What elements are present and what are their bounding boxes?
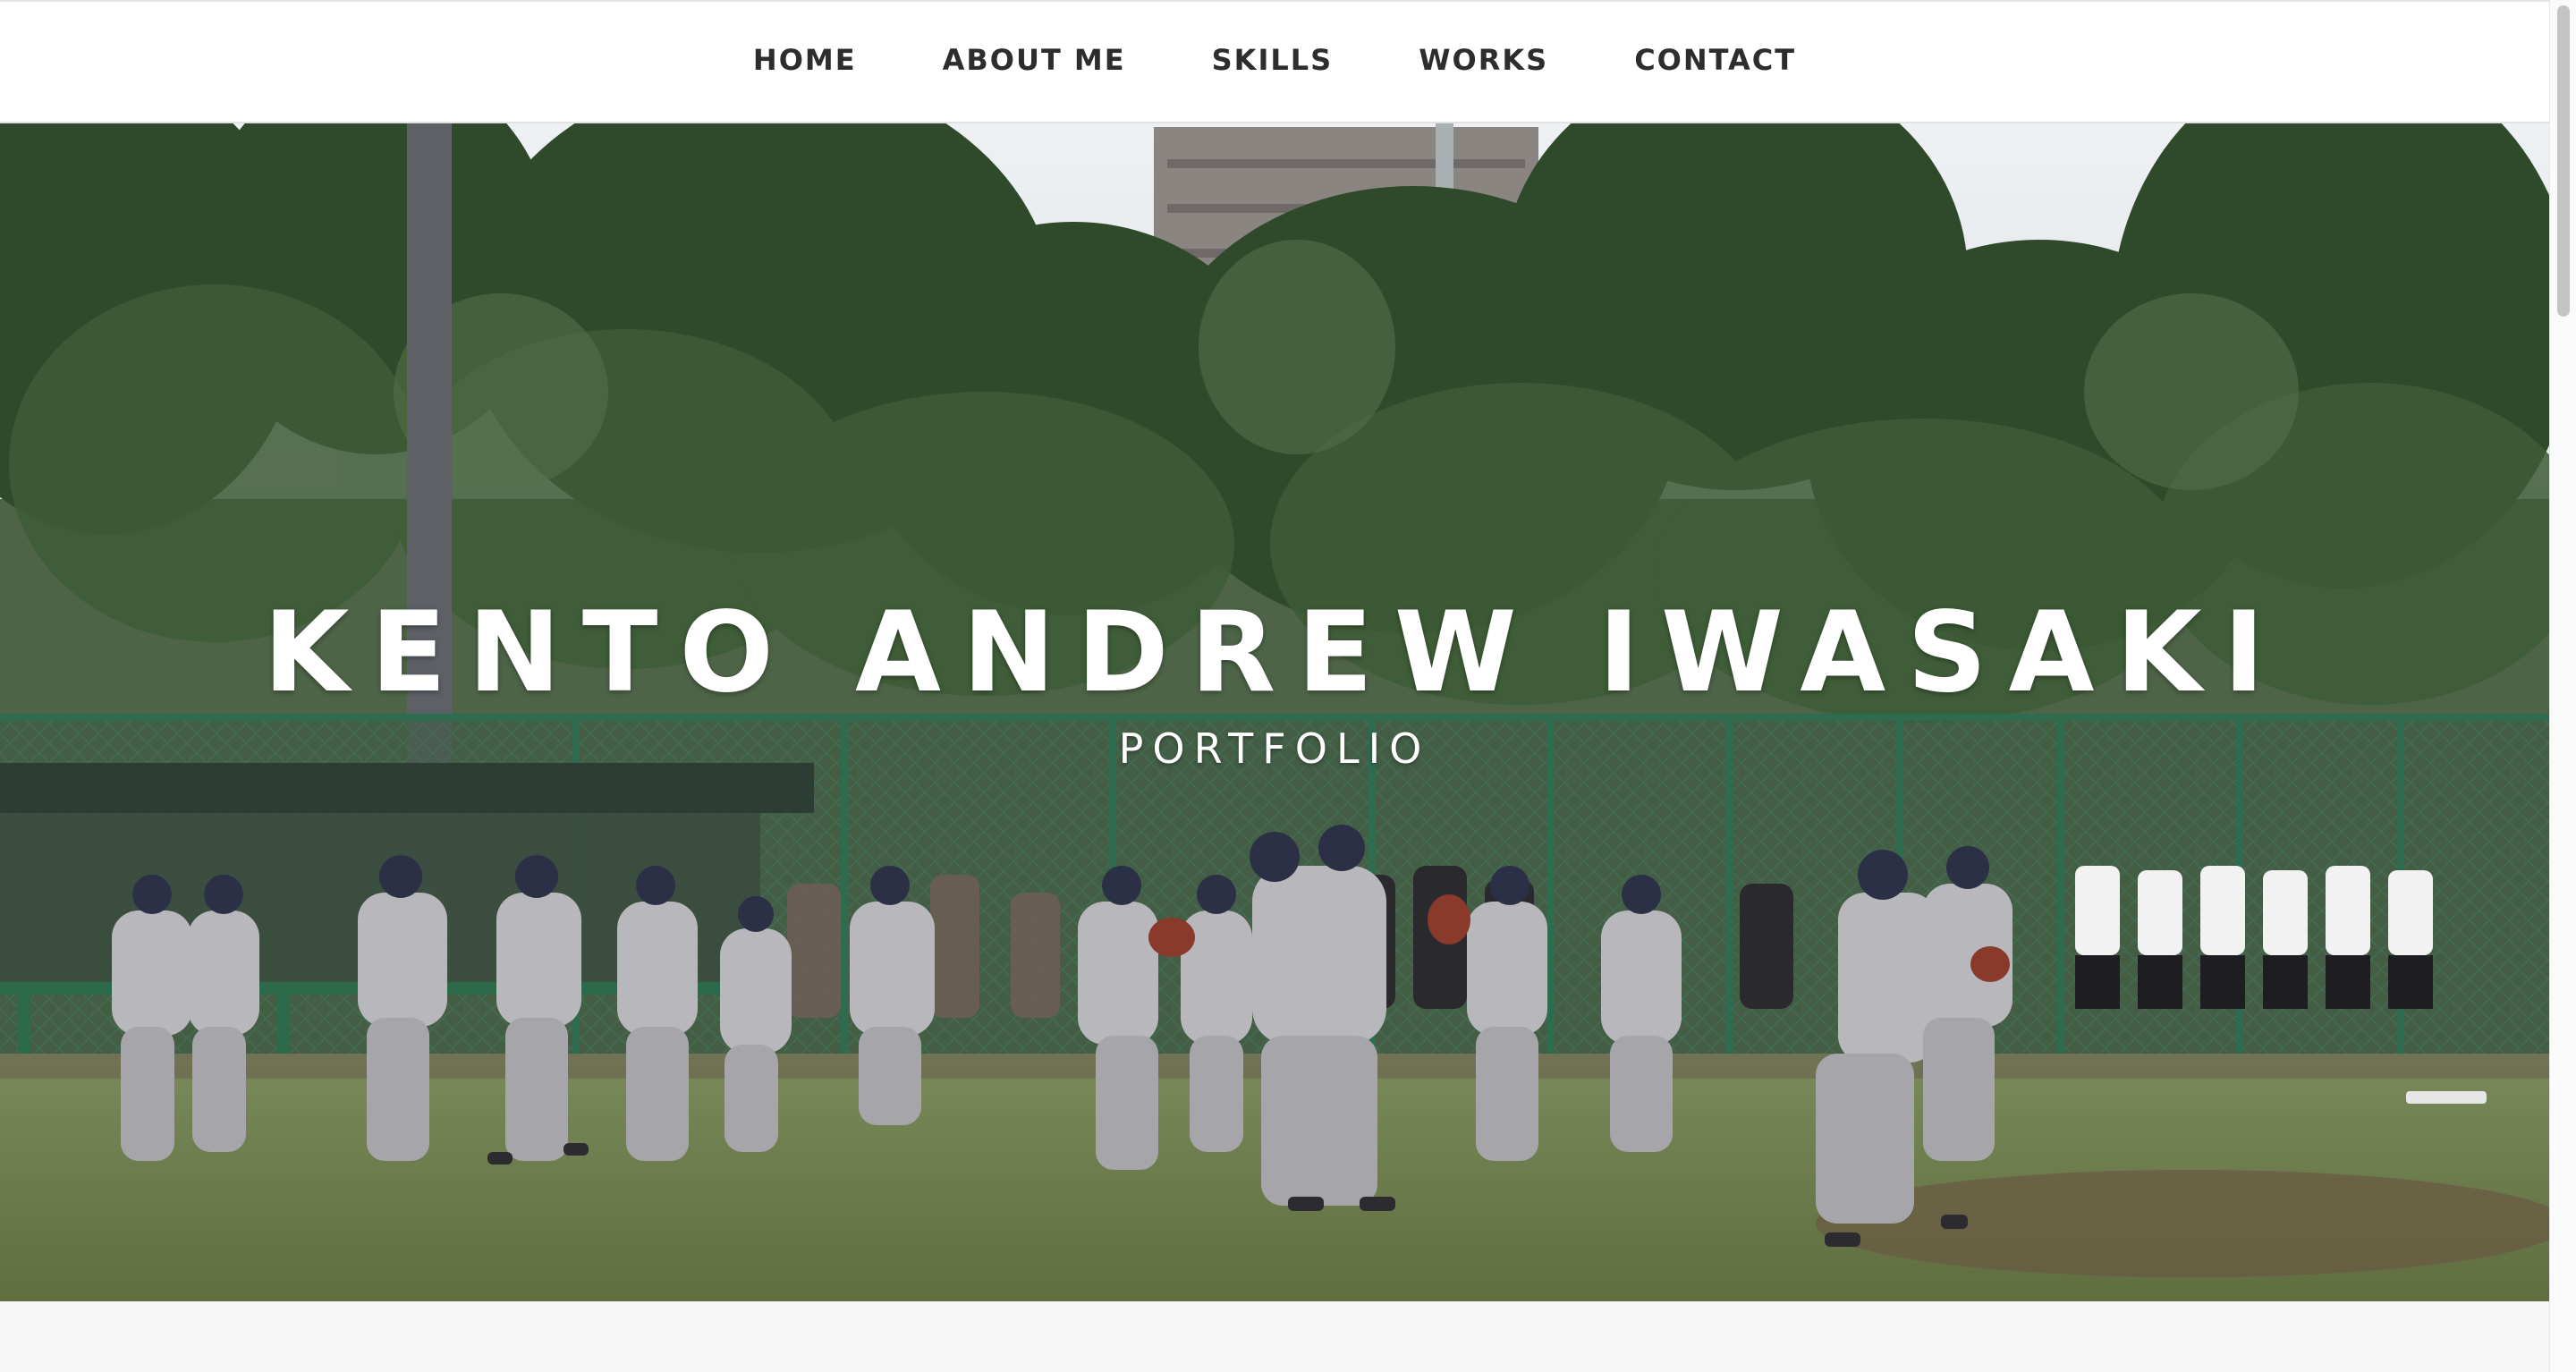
- content-area: [0, 1301, 2549, 1372]
- nav-contact-link[interactable]: CONTACT: [1634, 43, 1796, 77]
- nav-works-link[interactable]: WORKS: [1419, 43, 1548, 77]
- vertical-scrollbar[interactable]: [2549, 0, 2576, 1372]
- hero-section: KENTO ANDREW IWASAKI PORTFOLIO: [0, 123, 2549, 1301]
- page: HOME ABOUT ME SKILLS WORKS CONTACT KENTO…: [0, 0, 2576, 1372]
- hero-subtitle: PORTFOLIO: [1118, 724, 1431, 773]
- nav-home-link[interactable]: HOME: [753, 43, 857, 77]
- hero-title: KENTO ANDREW IWASAKI: [263, 589, 2286, 717]
- nav-menu: HOME ABOUT ME SKILLS WORKS CONTACT: [753, 43, 1796, 77]
- top-navbar: HOME ABOUT ME SKILLS WORKS CONTACT: [0, 0, 2549, 123]
- scrollbar-thumb[interactable]: [2557, 5, 2570, 317]
- nav-skills-link[interactable]: SKILLS: [1212, 43, 1334, 77]
- nav-about-link[interactable]: ABOUT ME: [943, 43, 1126, 77]
